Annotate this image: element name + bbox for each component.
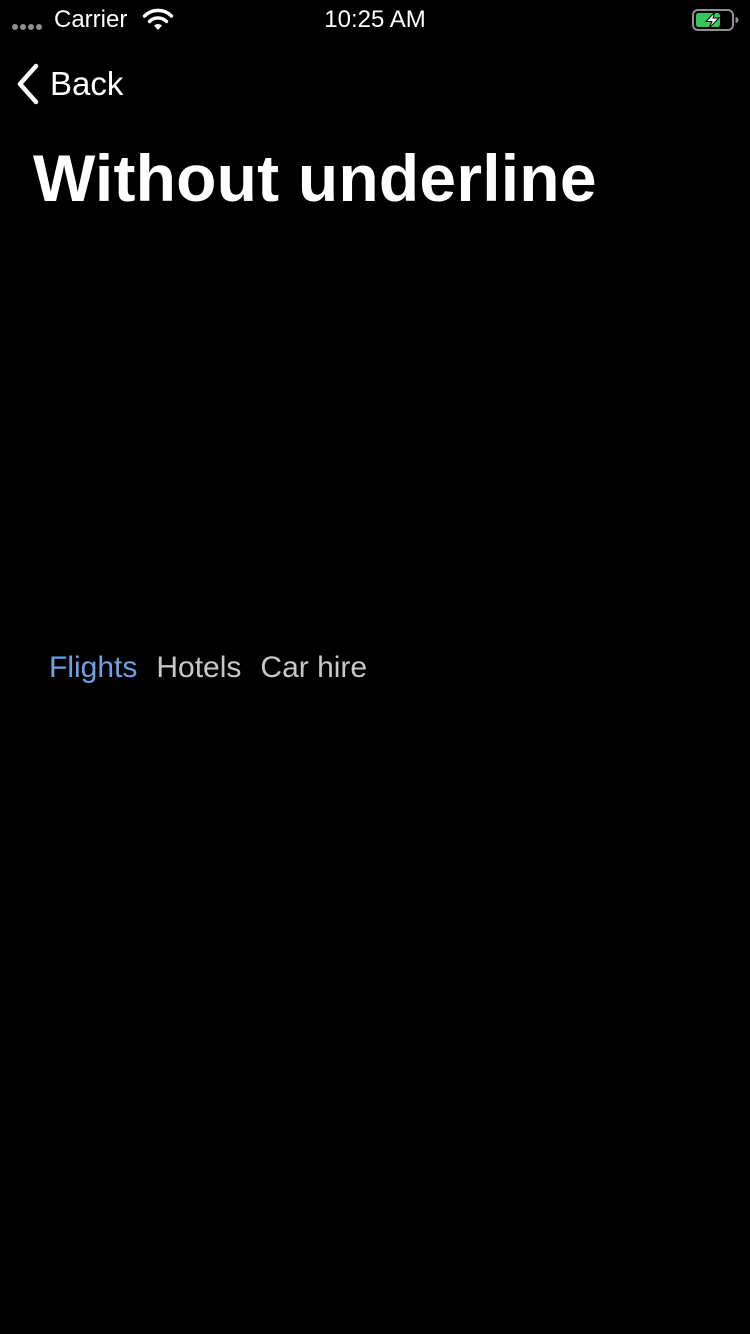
back-label: Back — [50, 65, 124, 102]
chevron-left-icon — [17, 63, 39, 105]
tab-bar: Flights Hotels Car hire — [49, 648, 367, 688]
tab-hotels[interactable]: Hotels — [156, 648, 241, 688]
back-button[interactable]: Back — [16, 62, 123, 106]
battery-charging-icon — [692, 9, 739, 31]
page-title: Without underline — [33, 141, 597, 215]
status-bar: Carrier 10:25 AM — [0, 0, 750, 40]
tab-flights[interactable]: Flights — [49, 648, 137, 688]
tab-car-hire[interactable]: Car hire — [260, 648, 367, 688]
status-time: 10:25 AM — [324, 6, 426, 33]
